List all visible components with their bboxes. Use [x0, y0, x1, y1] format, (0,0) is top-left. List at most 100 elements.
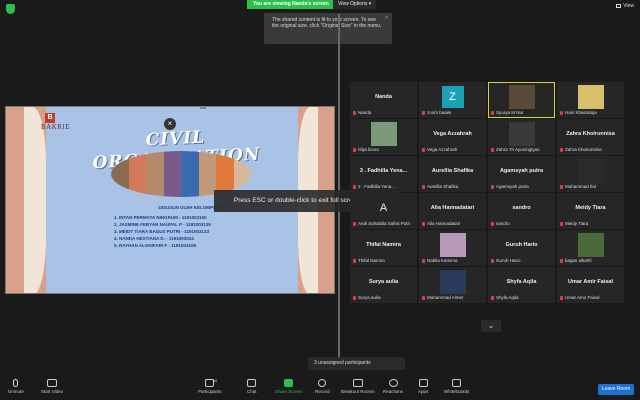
participant-tile[interactable]: Aurellia Shafika Aurellia Shafika [419, 156, 486, 192]
participant-display-name: Aurellia Shafika [431, 168, 474, 174]
participant-name: Zahra Tri Ayuningtyas [496, 147, 540, 152]
participant-display-name: Agamsyah putra [499, 168, 544, 174]
participant-tile[interactable]: Nanda Nanda [350, 82, 417, 118]
muted-mic-icon [491, 221, 494, 226]
participant-tile[interactable]: Zahra Khoirunnisa Zahra Khoirunnisa [557, 119, 624, 155]
view-button[interactable]: View [616, 3, 634, 9]
participant-tile[interactable]: Guruh Hario Guruh Hario [488, 230, 555, 266]
participant-name: Guruh Hario [496, 258, 521, 263]
apps-label: Apps [418, 389, 429, 394]
participant-name: sandro [496, 221, 510, 226]
participant-tile[interactable]: Alia Hannadatari Alia Hannadatari [419, 193, 486, 229]
participant-name: Zahra Khoirunnisa [565, 147, 602, 152]
muted-mic-icon [560, 258, 563, 263]
participant-name-label: Nanda [353, 110, 371, 115]
participant-name-label: Shyfa Aqila [491, 295, 519, 300]
participants-label: Participants [198, 389, 222, 394]
muted-mic-icon [353, 221, 356, 226]
close-icon[interactable]: × [164, 118, 176, 130]
participant-tile[interactable]: Zzoom baaek [419, 82, 486, 118]
reactions-button[interactable]: Reactions [383, 379, 403, 394]
start-video-button[interactable]: Start Video [41, 379, 63, 394]
participant-name-label: Meidy Tiara [560, 221, 588, 226]
muted-mic-icon [491, 110, 494, 115]
security-shield-icon[interactable] [6, 4, 15, 14]
reactions-label: Reactions [383, 389, 404, 394]
participant-display-name: Surya aulia [368, 279, 399, 285]
participant-tile[interactable]: Surya aulia Surya aulia [350, 267, 417, 303]
participant-video [439, 270, 466, 294]
participant-name-label: Muhammad Almer [422, 295, 464, 300]
participant-tile[interactable]: Hani Khairatiuja [557, 82, 624, 118]
participant-tile[interactable]: Agamsyah putra Agamsyah putra [488, 156, 555, 192]
breakout-rooms-icon [352, 379, 363, 387]
participant-name-label: Muhammad Ilal [560, 184, 596, 189]
participant-tile[interactable]: Muhammad Ilal [557, 156, 624, 192]
participant-tile[interactable]: Umar Amir Faisal Umar Amir Faisal [557, 267, 624, 303]
participant-tile[interactable]: A Andi Salsabila Safira Putri [350, 193, 417, 229]
muted-mic-icon [353, 147, 356, 152]
participant-tile[interactable]: bagas alkahfi [557, 230, 624, 266]
participant-display-name: Guruh Hario [505, 242, 538, 248]
muted-mic-icon [560, 221, 563, 226]
participant-name: 3 . Fadhilla Yena... [358, 184, 396, 189]
participant-tile[interactable]: rifqa lizara [350, 119, 417, 155]
share-drag-handle[interactable] [200, 106, 206, 109]
view-options-button[interactable]: View Options ▾ [333, 0, 377, 9]
whiteboards-label: Whiteboards [444, 389, 470, 394]
participant-video [577, 85, 604, 109]
muted-mic-icon [491, 295, 494, 300]
participant-name: zoom baaek [427, 110, 452, 115]
participant-name: Thifal Namira [358, 258, 385, 263]
breakout-rooms-button[interactable]: Breakout Rooms [341, 379, 375, 394]
tooltip-close-icon[interactable]: × [385, 15, 388, 21]
participants-button[interactable]: 40 Participants [198, 378, 222, 394]
participant-name: Shyfa Aqila [496, 295, 519, 300]
more-participants-arrow[interactable]: ⌄ [481, 320, 501, 332]
participant-video [508, 122, 535, 146]
record-button[interactable]: Record [315, 379, 330, 394]
member-item: 5. RAYHAN ALGHIFARI F - 1191004108 [114, 243, 196, 248]
participant-name: rifqa lizara [358, 147, 379, 152]
participant-name: Nanda [358, 110, 372, 115]
participant-tile[interactable]: Zahra Tri Ayuningtyas [488, 119, 555, 155]
participant-tile[interactable]: Nabila Karisma [419, 230, 486, 266]
whiteboards-button[interactable]: Whiteboards [444, 379, 469, 394]
member-item: 4. NANDA HESTIANA D. - 1191003024 [114, 236, 194, 241]
participant-name-label: Nabila Karisma [422, 258, 458, 263]
participant-name-label: bagas alkahfi [560, 258, 592, 263]
participant-tile[interactable]: Thifal Namira Thifal Namira [350, 230, 417, 266]
apps-grid-icon [418, 379, 428, 387]
share-screen-button[interactable]: Share Screen [275, 379, 303, 394]
face-segment [181, 151, 199, 197]
unmute-button[interactable]: Unmute [8, 379, 24, 394]
participant-tile[interactable]: 3 . Fadhilla Yena... 3 . Fadhilla Yena... [350, 156, 417, 192]
muted-mic-icon [560, 110, 563, 115]
participant-tile[interactable]: Vega Azzahrah Vega Azzahrah [419, 119, 486, 155]
people-icon: 40 [205, 378, 217, 387]
start-video-label: Start Video [41, 389, 64, 394]
participant-name-label: sandro [491, 221, 510, 226]
face-segment [163, 151, 181, 197]
muted-mic-icon [422, 295, 425, 300]
participant-tile[interactable]: Meidy Tiara Meidy Tiara [557, 193, 624, 229]
participant-name: Meidy Tiara [565, 221, 589, 226]
participant-tile[interactable]: sandro sandro [488, 193, 555, 229]
split-divider[interactable] [338, 14, 340, 359]
participant-name-label: rifqa lizara [353, 147, 379, 152]
participant-name: Surya aulia [358, 295, 381, 300]
viewing-banner: You are viewing Nanda's screen [247, 0, 335, 9]
apps-button[interactable]: Apps [418, 379, 428, 394]
leave-room-button[interactable]: Leave Room [598, 384, 634, 395]
participant-tile[interactable]: Muhammad Almer [419, 267, 486, 303]
unassigned-participants-notice[interactable]: 3 unassigned participants [308, 357, 405, 370]
muted-mic-icon [422, 184, 425, 189]
participant-name: Nabila Karisma [427, 258, 458, 263]
participant-tile[interactable]: Syurya M Nur [488, 82, 555, 118]
participant-display-name: 3 . Fadhilla Yena... [359, 168, 408, 174]
chat-button[interactable]: Chat [247, 379, 257, 394]
breakout-rooms-label: Breakout Rooms [341, 389, 375, 394]
participant-name: Vega Azzahrah [427, 147, 458, 152]
participant-display-name: sandro [512, 205, 531, 211]
participant-tile[interactable]: Shyfa Aqila Shyfa Aqila [488, 267, 555, 303]
